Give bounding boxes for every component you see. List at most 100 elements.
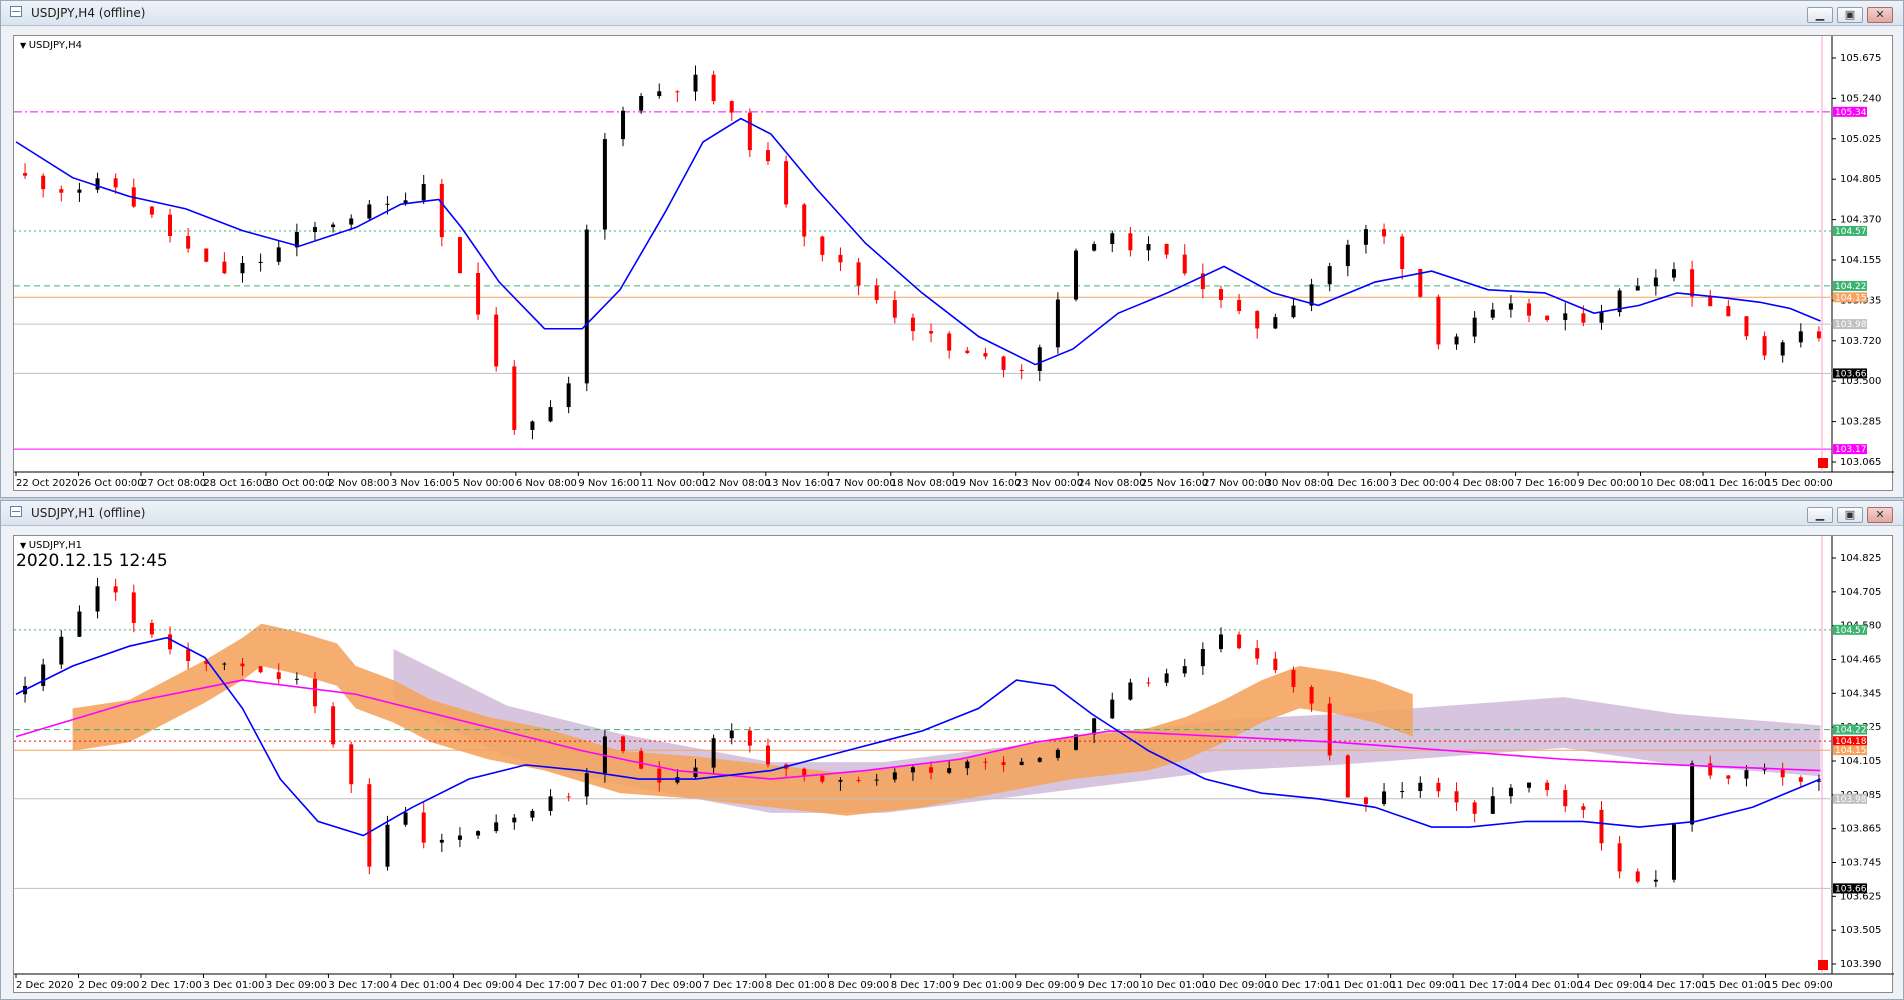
candle-body bbox=[95, 178, 100, 190]
chart-area[interactable]: 105.675 105.240 105.025 104.805 104.370 104.1… bbox=[13, 35, 1894, 492]
x-tick-label: 7 Dec 01:00 bbox=[578, 980, 639, 991]
candle-body bbox=[1110, 233, 1115, 245]
x-tick-label: 17 Nov 00:00 bbox=[828, 478, 895, 489]
candle-body bbox=[530, 810, 535, 818]
candle-body bbox=[1327, 266, 1332, 285]
candle-body bbox=[1110, 699, 1115, 719]
close-button[interactable]: ✕ bbox=[1867, 7, 1893, 23]
x-tick-label: 28 Oct 16:00 bbox=[203, 478, 268, 489]
candle-body bbox=[765, 745, 770, 765]
x-tick-label: 11 Nov 00:00 bbox=[641, 478, 708, 489]
candle-body bbox=[1164, 673, 1169, 683]
candle-body bbox=[1200, 649, 1205, 667]
titlebar[interactable]: USDJPY,H1 (offline) ▁ ▣ ✕ bbox=[1, 501, 1903, 526]
candle-body bbox=[892, 300, 897, 318]
y-tick-label: 104.370 bbox=[1840, 215, 1881, 226]
ichimoku-cloud-bullish bbox=[72, 623, 1413, 816]
candle-body bbox=[1019, 369, 1024, 371]
candle-body bbox=[892, 772, 897, 780]
chart-shift-icon[interactable] bbox=[1818, 458, 1828, 468]
candle-body bbox=[1037, 347, 1042, 371]
price-level-label: 104.152 bbox=[1835, 746, 1872, 756]
y-tick-label: 105.675 bbox=[1840, 53, 1881, 64]
candle-body bbox=[947, 768, 952, 773]
candle-body bbox=[331, 706, 336, 745]
minimize-button[interactable]: ▁ bbox=[1807, 507, 1833, 523]
x-tick-label: 3 Dec 00:00 bbox=[1391, 478, 1452, 489]
candle-body bbox=[276, 247, 281, 262]
candle-body bbox=[983, 353, 988, 357]
candle-body bbox=[1128, 233, 1133, 251]
candle-body bbox=[639, 751, 644, 769]
candle-body bbox=[113, 178, 118, 188]
x-tick-label: 8 Dec 17:00 bbox=[891, 980, 952, 991]
x-tick-label: 4 Dec 01:00 bbox=[391, 980, 452, 991]
candle-body bbox=[1708, 296, 1713, 307]
titlebar[interactable]: USDJPY,H4 (offline) ▁ ▣ ✕ bbox=[1, 1, 1903, 26]
price-level-label: 103.980 bbox=[1835, 320, 1872, 330]
candle-body bbox=[1436, 782, 1441, 792]
maximize-button[interactable]: ▣ bbox=[1837, 7, 1863, 23]
x-tick-label: 11 Dec 17:00 bbox=[1453, 980, 1520, 991]
x-tick-label: 27 Oct 08:00 bbox=[141, 478, 206, 489]
candle-body bbox=[1363, 797, 1368, 805]
x-tick-label: 7 Dec 16:00 bbox=[1516, 478, 1577, 489]
y-tick-label: 105.025 bbox=[1840, 134, 1881, 145]
candle-body bbox=[1490, 796, 1495, 814]
candle-body bbox=[349, 218, 354, 225]
y-tick-label: 103.390 bbox=[1840, 959, 1881, 970]
x-tick-label: 18 Nov 08:00 bbox=[891, 478, 958, 489]
minimize-button[interactable]: ▁ bbox=[1807, 7, 1833, 23]
candle-body bbox=[1726, 306, 1731, 317]
candle-body bbox=[149, 622, 154, 635]
candle-body bbox=[1454, 791, 1459, 803]
x-tick-label: 4 Dec 17:00 bbox=[516, 980, 577, 991]
candle-body bbox=[1545, 782, 1550, 791]
x-tick-label: 3 Nov 16:00 bbox=[391, 478, 452, 489]
candle-body bbox=[240, 262, 245, 274]
chart-window-h4[interactable]: USDJPY,H4 (offline) ▁ ▣ ✕ 105.675 105.240… bbox=[0, 0, 1904, 498]
y-tick-label: 105.240 bbox=[1840, 93, 1881, 104]
candle-body bbox=[1237, 300, 1242, 312]
symbol-label: USDJPY,H1 bbox=[20, 540, 82, 551]
candle-body bbox=[1055, 749, 1060, 758]
maximize-button[interactable]: ▣ bbox=[1837, 507, 1863, 523]
candle-body bbox=[983, 761, 988, 763]
candle-body bbox=[729, 730, 734, 739]
chart-shift-icon[interactable] bbox=[1818, 960, 1828, 970]
candle-body bbox=[1690, 269, 1695, 297]
candle-body bbox=[149, 206, 154, 215]
candle-body bbox=[222, 663, 227, 665]
candle-body bbox=[1599, 809, 1604, 844]
x-tick-label: 10 Dec 17:00 bbox=[1266, 980, 1333, 991]
x-tick-label: 10 Dec 01:00 bbox=[1141, 980, 1208, 991]
chart-area[interactable]: 104.825104.705104.580104.465104.345104.2… bbox=[13, 535, 1894, 994]
price-chart[interactable]: 105.675 105.240 105.025 104.805 104.370 104.1… bbox=[14, 36, 1894, 492]
chart-window-h1[interactable]: USDJPY,H1 (offline) ▁ ▣ ✕ 104.825 104.705… bbox=[0, 500, 1904, 1000]
candle-body bbox=[1345, 244, 1350, 267]
candle-body bbox=[512, 366, 517, 430]
price-level-label: 105.343 bbox=[1835, 108, 1872, 118]
candle-body bbox=[1309, 687, 1314, 704]
price-chart[interactable]: 104.825104.705104.580104.465104.345104.2… bbox=[14, 536, 1894, 994]
x-tick-label: 9 Dec 01:00 bbox=[953, 980, 1014, 991]
x-tick-label: 13 Nov 16:00 bbox=[766, 478, 833, 489]
candle-body bbox=[711, 738, 716, 768]
x-tick-label: 9 Dec 00:00 bbox=[1578, 478, 1639, 489]
candle-body bbox=[276, 672, 281, 680]
candle-body bbox=[1653, 277, 1658, 287]
candle-body bbox=[1527, 782, 1532, 788]
candle-body bbox=[910, 767, 915, 773]
candle-body bbox=[929, 767, 934, 773]
candle-body bbox=[421, 183, 426, 201]
candle-body bbox=[566, 383, 571, 408]
x-tick-label: 5 Nov 00:00 bbox=[453, 478, 514, 489]
close-button[interactable]: ✕ bbox=[1867, 507, 1893, 523]
candle-body bbox=[1074, 250, 1079, 300]
candle-body bbox=[802, 768, 807, 776]
candle-body bbox=[113, 586, 118, 593]
candle-body bbox=[331, 224, 336, 228]
candle-body bbox=[494, 314, 499, 367]
x-tick-label: 2 Dec 09:00 bbox=[78, 980, 139, 991]
candle-body bbox=[1001, 356, 1006, 370]
